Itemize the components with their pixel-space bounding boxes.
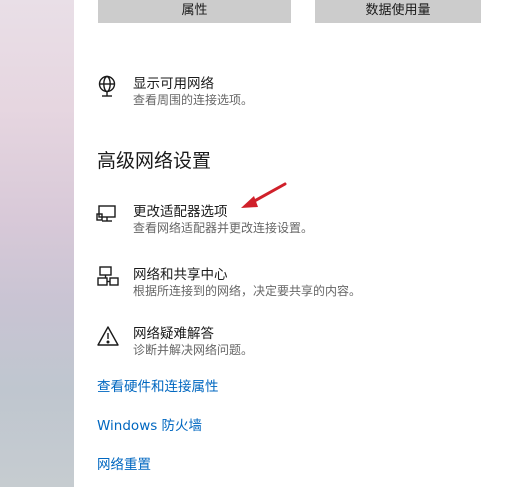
network-sharing-center-item[interactable]: 网络和共享中心 根据所连接到的网络，决定要共享的内容。: [96, 263, 496, 303]
windows-firewall-link[interactable]: Windows 防火墙: [97, 414, 202, 434]
show-networks-title: 显示可用网络: [133, 76, 214, 92]
properties-button[interactable]: 属性: [98, 0, 291, 23]
adapter-options-title: 更改适配器选项: [133, 204, 228, 220]
advanced-network-settings-heading: 高级网络设置: [97, 150, 212, 172]
hardware-connection-properties-link[interactable]: 查看硬件和连接属性: [97, 375, 219, 395]
network-reset-link[interactable]: 网络重置: [97, 453, 151, 473]
data-usage-button[interactable]: 数据使用量: [315, 0, 481, 23]
globe-icon: [96, 74, 120, 98]
troubleshooter-desc: 诊断并解决网络问题。: [133, 343, 254, 357]
show-networks-desc: 查看周围的连接选项。: [133, 93, 254, 107]
warning-icon: [96, 324, 120, 348]
adapter-options-desc: 查看网络适配器并更改连接设置。: [133, 221, 314, 235]
network-troubleshooter-item[interactable]: 网络疑难解答 诊断并解决网络问题。: [96, 322, 496, 362]
network-adapter-icon: [96, 202, 120, 226]
sharing-center-title: 网络和共享中心: [133, 267, 228, 283]
sharing-center-desc: 根据所连接到的网络，决定要共享的内容。: [133, 284, 362, 298]
side-background-strip: [0, 0, 74, 487]
troubleshooter-title: 网络疑难解答: [133, 326, 214, 342]
show-available-networks-item[interactable]: 显示可用网络 查看周围的连接选项。: [96, 72, 496, 112]
annotation-arrow-icon: [241, 182, 287, 208]
network-sharing-icon: [96, 265, 120, 289]
